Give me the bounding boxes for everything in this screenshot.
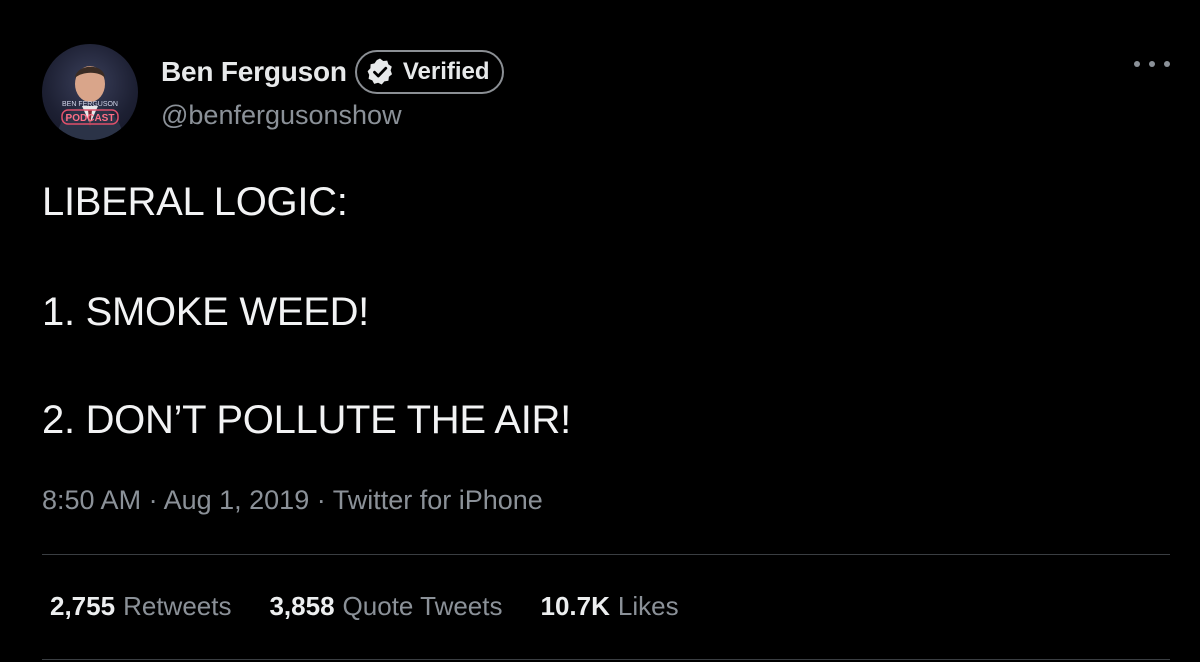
divider bbox=[42, 554, 1170, 555]
quote-tweets-stat[interactable]: 3,858 Quote Tweets bbox=[269, 591, 502, 622]
tweet-card: BEN FERGUSON PODCAST Ben Ferguson Verifi… bbox=[0, 0, 1200, 662]
more-horizontal-icon[interactable] bbox=[1134, 52, 1170, 76]
quote-tweets-count: 3,858 bbox=[269, 591, 335, 621]
meta-separator: · bbox=[141, 485, 164, 515]
tweet-date[interactable]: Aug 1, 2019 bbox=[164, 485, 310, 515]
tweet-text-line: 2. DON’T POLLUTE THE AIR! bbox=[42, 398, 571, 442]
likes-stat[interactable]: 10.7K Likes bbox=[541, 591, 679, 622]
avatar-logo-text: BEN FERGUSON bbox=[62, 101, 118, 108]
avatar[interactable]: BEN FERGUSON PODCAST bbox=[42, 44, 138, 140]
avatar-image: BEN FERGUSON PODCAST bbox=[56, 66, 124, 140]
quote-tweets-label: Quote Tweets bbox=[342, 591, 503, 621]
tweet-source[interactable]: Twitter for iPhone bbox=[333, 485, 543, 515]
engagement-stats: 2,755 Retweets 3,858 Quote Tweets 10.7K … bbox=[50, 591, 717, 622]
verified-check-icon bbox=[365, 57, 395, 87]
avatar-logo-sub: PODCAST bbox=[66, 113, 115, 124]
verified-label: Verified bbox=[402, 58, 490, 85]
divider bbox=[42, 659, 1170, 660]
tweet-text-line: LIBERAL LOGIC: bbox=[42, 180, 348, 224]
meta-separator: · bbox=[309, 485, 333, 515]
likes-count: 10.7K bbox=[540, 591, 610, 621]
author-handle[interactable]: @benfergusonshow bbox=[161, 100, 402, 131]
retweets-stat[interactable]: 2,755 Retweets bbox=[50, 591, 231, 622]
tweet-text-line: 1. SMOKE WEED! bbox=[42, 290, 369, 334]
verified-badge[interactable]: Verified bbox=[354, 50, 504, 94]
tweet-metadata: 8:50 AM · Aug 1, 2019 · Twitter for iPho… bbox=[42, 485, 543, 516]
retweets-count: 2,755 bbox=[50, 591, 116, 621]
likes-label: Likes bbox=[617, 591, 679, 621]
author-row: Ben Ferguson Verified bbox=[161, 50, 504, 94]
author-display-name[interactable]: Ben Ferguson bbox=[161, 56, 347, 88]
retweets-label: Retweets bbox=[123, 591, 232, 621]
tweet-time[interactable]: 8:50 AM bbox=[42, 485, 141, 515]
